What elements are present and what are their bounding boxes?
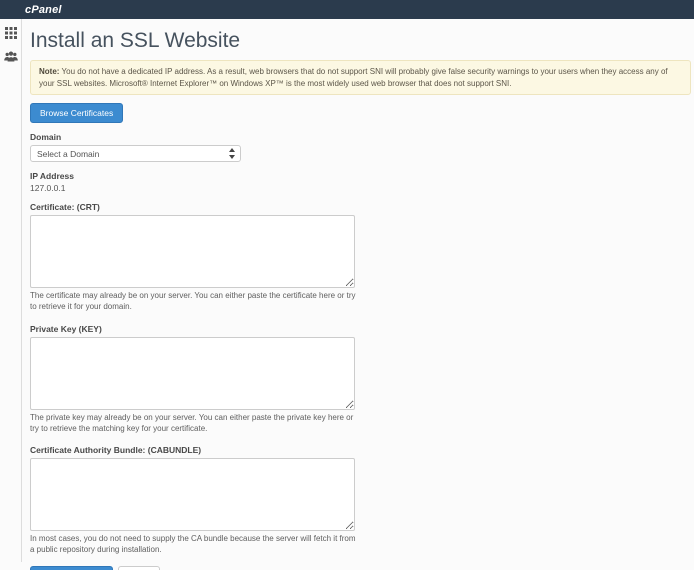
install-certificate-button[interactable]: Install Certificate <box>30 566 113 570</box>
certificate-help-text: The certificate may already be on your s… <box>30 290 360 312</box>
domain-select[interactable]: Select a Domain <box>30 145 241 162</box>
note-text: You do not have a dedicated IP address. … <box>39 67 668 88</box>
browse-certificates-button[interactable]: Browse Certificates <box>30 103 123 123</box>
private-key-label: Private Key (KEY) <box>30 324 691 334</box>
ca-bundle-help-text: In most cases, you do not need to supply… <box>30 533 360 555</box>
ip-address-label: IP Address <box>30 171 691 181</box>
cpanel-logo: cPanel <box>25 4 62 16</box>
left-sidebar <box>0 19 22 562</box>
reset-button[interactable]: Reset <box>118 566 160 570</box>
private-key-textarea[interactable] <box>30 337 355 410</box>
page-title: Install an SSL Website <box>30 29 691 53</box>
certificate-label: Certificate: (CRT) <box>30 202 691 212</box>
certificate-textarea[interactable] <box>30 215 355 288</box>
domain-label: Domain <box>30 132 691 142</box>
action-button-row: Install Certificate Reset <box>30 566 691 570</box>
grid-icon[interactable] <box>4 26 18 40</box>
ca-bundle-textarea[interactable] <box>30 458 355 531</box>
sni-warning-note: Note: You do not have a dedicated IP add… <box>30 60 691 95</box>
ca-bundle-label: Certificate Authority Bundle: (CABUNDLE) <box>30 445 691 455</box>
note-label: Note: <box>39 67 59 76</box>
users-icon[interactable] <box>4 50 18 64</box>
top-navbar: cPanel <box>0 0 694 19</box>
select-stepper-icon <box>229 148 235 159</box>
main-content: Install an SSL Website Note: You do not … <box>23 19 694 570</box>
private-key-help-text: The private key may already be on your s… <box>30 412 360 434</box>
ip-address-value: 127.0.0.1 <box>30 183 691 193</box>
domain-select-value: Select a Domain <box>37 149 99 159</box>
